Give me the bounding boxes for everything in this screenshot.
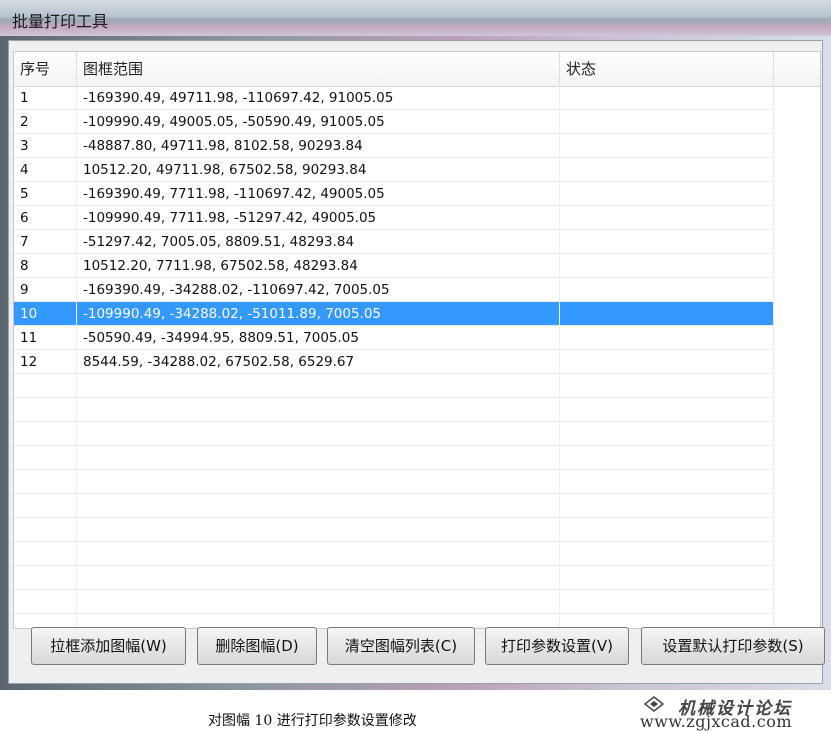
- cell-no: 11: [14, 326, 77, 350]
- table-row-empty: [14, 398, 774, 422]
- table-row-empty: [14, 590, 774, 614]
- cell-status: [560, 182, 774, 206]
- column-header-status[interactable]: 状态: [560, 52, 774, 86]
- cell-no: 12: [14, 350, 77, 374]
- table-row[interactable]: 4 10512.20, 49711.98, 67502.58, 90293.84: [14, 158, 774, 182]
- cell-range: -169390.49, 7711.98, -110697.42, 49005.0…: [77, 182, 560, 206]
- table-row-empty: [14, 470, 774, 494]
- table-row-empty: [14, 422, 774, 446]
- column-header-range[interactable]: 图框范围: [77, 52, 560, 86]
- cell-status: [560, 134, 774, 158]
- table-header: 序号 图框范围 状态: [14, 52, 820, 87]
- window-client-area: 序号 图框范围 状态 1 -169390.49, 49711.98, -11069…: [8, 40, 825, 684]
- figure-caption: 对图幅 10 进行打印参数设置修改: [208, 713, 417, 729]
- cell-no: 7: [14, 230, 77, 254]
- cell-range: 10512.20, 49711.98, 67502.58, 90293.84: [77, 158, 560, 182]
- cell-status: [560, 86, 774, 110]
- title-bar[interactable]: 批量打印工具: [0, 0, 831, 36]
- cell-status: [560, 254, 774, 278]
- cell-no: 8: [14, 254, 77, 278]
- cell-range: -109990.49, -34288.02, -51011.89, 7005.0…: [77, 302, 560, 326]
- cell-range: 10512.20, 7711.98, 67502.58, 48293.84: [77, 254, 560, 278]
- grid-line: [773, 86, 774, 628]
- site-watermark: 机械设计论坛 www.zgjxcad.com: [640, 694, 830, 731]
- cell-no: 10: [14, 302, 77, 326]
- cell-no: 6: [14, 206, 77, 230]
- table-row-selected[interactable]: 10 -109990.49, -34288.02, -51011.89, 7005…: [14, 302, 774, 326]
- table-row-empty: [14, 446, 774, 470]
- watermark-url: www.zgjxcad.com: [640, 712, 793, 731]
- table-row[interactable]: 5 -169390.49, 7711.98, -110697.42, 49005.…: [14, 182, 774, 206]
- cell-status: [560, 158, 774, 182]
- cell-status: [560, 230, 774, 254]
- delete-frame-button[interactable]: 删除图幅(D): [197, 627, 317, 665]
- clear-frame-list-button[interactable]: 清空图幅列表(C): [327, 627, 475, 665]
- frame-list-table[interactable]: 序号 图框范围 状态 1 -169390.49, 49711.98, -11069…: [13, 51, 821, 629]
- table-row[interactable]: 9 -169390.49, -34288.02, -110697.42, 7005…: [14, 278, 774, 302]
- grid-line: [76, 86, 77, 628]
- table-row[interactable]: 12 8544.59, -34288.02, 67502.58, 6529.67: [14, 350, 774, 374]
- cell-range: 8544.59, -34288.02, 67502.58, 6529.67: [77, 350, 560, 374]
- batch-print-window: 批量打印工具 序号 图框范围 状态 1 -169390.49, 49711.98,…: [0, 0, 831, 690]
- window-title: 批量打印工具: [12, 12, 109, 31]
- cell-range: -169390.49, -34288.02, -110697.42, 7005.…: [77, 278, 560, 302]
- cell-no: 4: [14, 158, 77, 182]
- column-header-no[interactable]: 序号: [14, 52, 77, 86]
- cell-no: 3: [14, 134, 77, 158]
- add-frame-by-window-button[interactable]: 拉框添加图幅(W): [31, 627, 186, 665]
- cell-no: 9: [14, 278, 77, 302]
- cell-range: -48887.80, 49711.98, 8102.58, 90293.84: [77, 134, 560, 158]
- table-row[interactable]: 7 -51297.42, 7005.05, 8809.51, 48293.84: [14, 230, 774, 254]
- table-row-empty: [14, 542, 774, 566]
- table-row[interactable]: 3 -48887.80, 49711.98, 8102.58, 90293.84: [14, 134, 774, 158]
- cell-status: [560, 326, 774, 350]
- cell-range: -50590.49, -34994.95, 8809.51, 7005.05: [77, 326, 560, 350]
- table-row-empty: [14, 566, 774, 590]
- table-row-empty: [14, 494, 774, 518]
- table-row-empty: [14, 374, 774, 398]
- cell-no: 5: [14, 182, 77, 206]
- cell-range: -51297.42, 7005.05, 8809.51, 48293.84: [77, 230, 560, 254]
- cell-status: [560, 110, 774, 134]
- cell-status: [560, 350, 774, 374]
- table-row[interactable]: 8 10512.20, 7711.98, 67502.58, 48293.84: [14, 254, 774, 278]
- diamond-logo-icon: [644, 696, 664, 712]
- cell-range: -169390.49, 49711.98, -110697.42, 91005.…: [77, 86, 560, 110]
- cell-range: -109990.49, 7711.98, -51297.42, 49005.05: [77, 206, 560, 230]
- table-row[interactable]: 1 -169390.49, 49711.98, -110697.42, 91005…: [14, 86, 774, 110]
- table-row[interactable]: 6 -109990.49, 7711.98, -51297.42, 49005.0…: [14, 206, 774, 230]
- set-default-print-settings-button[interactable]: 设置默认打印参数(S): [641, 627, 825, 665]
- cell-status: [560, 278, 774, 302]
- print-settings-button[interactable]: 打印参数设置(V): [485, 627, 629, 665]
- cell-range: -109990.49, 49005.05, -50590.49, 91005.0…: [77, 110, 560, 134]
- table-row[interactable]: 11 -50590.49, -34994.95, 8809.51, 7005.05: [14, 326, 774, 350]
- cell-no: 2: [14, 110, 77, 134]
- table-row-empty: [14, 518, 774, 542]
- cell-no: 1: [14, 86, 77, 110]
- cell-status: [560, 206, 774, 230]
- table-row[interactable]: 2 -109990.49, 49005.05, -50590.49, 91005.…: [14, 110, 774, 134]
- grid-line: [559, 86, 560, 628]
- column-header-filler: [774, 52, 820, 86]
- cell-status: [560, 302, 774, 326]
